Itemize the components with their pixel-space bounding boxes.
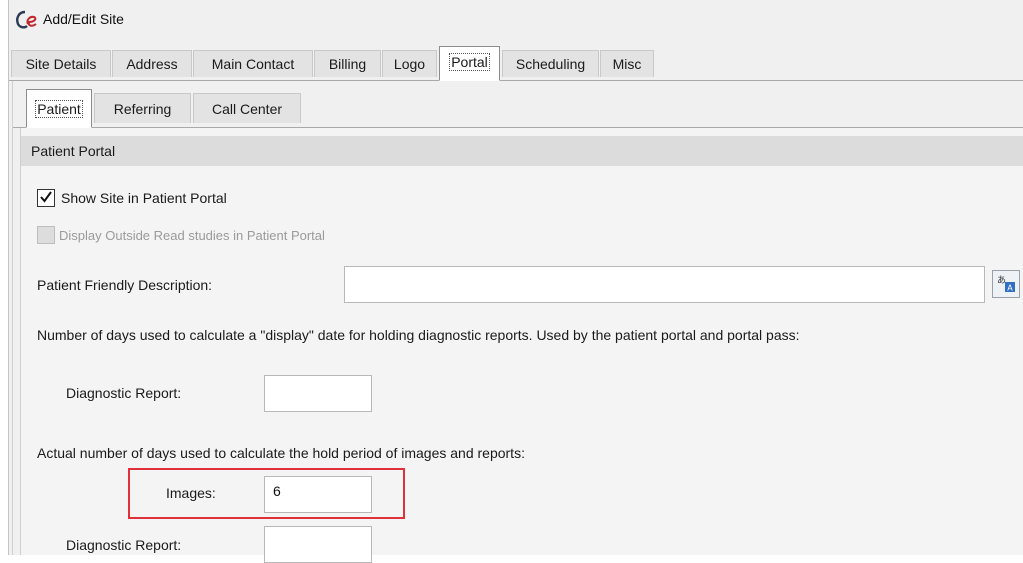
- svg-text:A: A: [1007, 284, 1013, 293]
- tab-referring[interactable]: Referring: [94, 93, 191, 123]
- tab-label: Billing: [328, 56, 367, 72]
- window-title: Add/Edit Site: [43, 11, 124, 27]
- display-diagnostic-report-label: Diagnostic Report:: [66, 385, 182, 401]
- friendly-description-label: Patient Friendly Description:: [37, 277, 213, 293]
- friendly-description-field[interactable]: [344, 266, 985, 303]
- title-bar: Add/Edit Site: [9, 0, 1023, 40]
- section-header-patient-portal: Patient Portal: [21, 136, 1023, 166]
- tab-logo[interactable]: Logo: [382, 50, 437, 77]
- tab-label: Main Contact: [211, 56, 295, 72]
- display-diagnostic-report-input[interactable]: [273, 382, 363, 398]
- tab-misc[interactable]: Misc: [600, 50, 654, 77]
- hold-diagnostic-report-input[interactable]: [273, 533, 363, 549]
- hold-images-label: Images:: [166, 485, 216, 501]
- tab-site-details[interactable]: Site Details: [11, 50, 111, 77]
- tab-label: Call Center: [211, 101, 283, 117]
- tab-scheduling[interactable]: Scheduling: [502, 50, 599, 77]
- display-outside-read-checkbox: [37, 226, 55, 244]
- tab-label: Patient: [35, 100, 83, 118]
- tab-label: Address: [126, 56, 178, 72]
- portal-tab-content: Patient Referring Call Center Patient Po…: [12, 81, 1023, 563]
- friendly-description-input[interactable]: [353, 273, 976, 289]
- tab-label: Referring: [113, 101, 172, 117]
- tab-main-contact[interactable]: Main Contact: [193, 50, 313, 77]
- tab-call-center[interactable]: Call Center: [193, 93, 301, 123]
- hold-diagnostic-report-label: Diagnostic Report:: [66, 537, 182, 553]
- translate-icon: あ A: [997, 275, 1015, 293]
- app-logo-icon: [16, 10, 37, 29]
- hold-images-field[interactable]: [264, 476, 372, 513]
- add-edit-site-window: Add/Edit Site Site Details Address Main …: [8, 0, 1023, 563]
- hold-days-description: Actual number of days used to calculate …: [37, 445, 525, 461]
- tab-label: Portal: [449, 53, 490, 71]
- main-tab-bar: Site Details Address Main Contact Billin…: [9, 44, 1023, 81]
- show-site-checkbox[interactable]: [37, 189, 55, 207]
- tab-portal[interactable]: Portal: [439, 46, 500, 81]
- hold-images-input[interactable]: [273, 483, 363, 499]
- checkmark-icon: [40, 191, 52, 203]
- tab-label: Logo: [393, 56, 426, 72]
- display-outside-read-label: Display Outside Read studies in Patient …: [59, 228, 325, 243]
- display-diagnostic-report-field[interactable]: [264, 375, 372, 412]
- svg-text:あ: あ: [997, 275, 1006, 286]
- tab-label: Misc: [612, 56, 642, 72]
- sub-tab-bar: Patient Referring Call Center: [13, 81, 1023, 128]
- tab-label: Site Details: [25, 56, 97, 72]
- tab-billing[interactable]: Billing: [314, 50, 381, 77]
- tab-label: Scheduling: [515, 56, 586, 72]
- patient-portal-panel: Patient Portal Show Site in Patient Port…: [20, 128, 1023, 563]
- hold-diagnostic-report-field[interactable]: [264, 526, 372, 563]
- tab-patient[interactable]: Patient: [26, 89, 92, 128]
- show-site-label: Show Site in Patient Portal: [61, 190, 227, 206]
- translate-button[interactable]: あ A: [992, 270, 1020, 298]
- display-days-description: Number of days used to calculate a "disp…: [37, 327, 800, 343]
- tab-address[interactable]: Address: [112, 50, 192, 77]
